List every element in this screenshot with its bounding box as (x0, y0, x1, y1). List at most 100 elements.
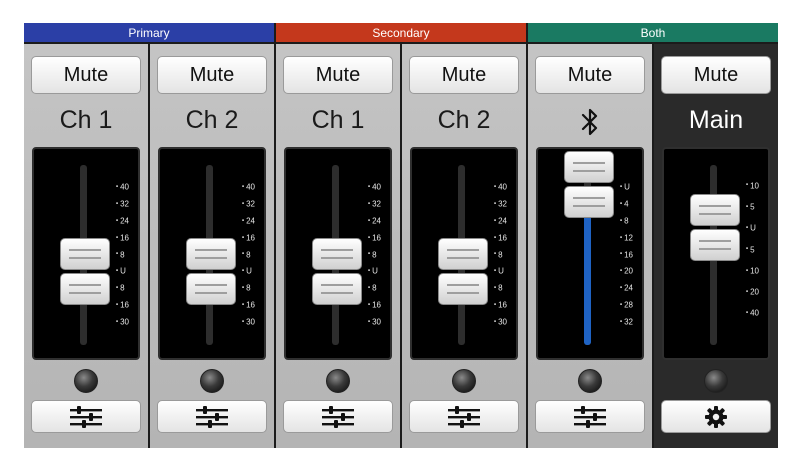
scale-tick: U (368, 267, 378, 276)
scale-tick: 4 (620, 199, 628, 208)
channel-strip-primary-ch2: Mute Ch 2 40 32 24 16 8 U 8 16 30 (150, 44, 274, 448)
signal-led (452, 369, 476, 393)
mute-button[interactable]: Mute (409, 56, 519, 94)
fader-scale: U 4 8 12 16 20 24 28 32 (620, 149, 646, 358)
eq-settings-button[interactable] (283, 400, 393, 433)
scale-tick: 10 (746, 181, 759, 190)
group-header-primary: Primary (24, 23, 274, 42)
scale-tick: 40 (116, 182, 129, 191)
scale-tick: 32 (494, 199, 507, 208)
eq-settings-button[interactable] (157, 400, 267, 433)
fader-panel: 40 32 24 16 8 U 8 16 30 (32, 147, 140, 360)
fader-scale: 40 32 24 16 8 U 8 16 30 (242, 149, 268, 358)
channel-label: Ch 2 (185, 106, 239, 134)
scale-tick: 8 (494, 250, 502, 259)
mute-button[interactable]: Mute (661, 56, 771, 94)
signal-led (200, 369, 224, 393)
mute-label: Mute (189, 63, 235, 86)
scale-tick: U (494, 267, 504, 276)
channel-strip-secondary-ch1: Mute Ch 1 40 32 24 16 8 U 8 16 30 (276, 44, 400, 448)
scale-tick: 30 (116, 318, 129, 327)
scale-tick: 16 (242, 233, 255, 242)
sliders-icon (196, 405, 228, 428)
channel-label: Ch 2 (437, 106, 491, 134)
signal-led (74, 369, 98, 393)
eq-settings-button[interactable] (409, 400, 519, 433)
scale-tick: 32 (368, 199, 381, 208)
group-label: Secondary (372, 25, 430, 40)
scale-tick: 16 (494, 233, 507, 242)
scale-tick: U (242, 267, 252, 276)
group-label: Both (640, 25, 666, 40)
signal-led (704, 369, 728, 393)
scale-tick: 24 (620, 284, 633, 293)
fader-handle[interactable] (564, 151, 614, 219)
mute-label: Mute (63, 63, 109, 86)
mute-label: Mute (441, 63, 487, 86)
channel-label: Ch 1 (311, 106, 365, 134)
level-fill (584, 203, 591, 345)
scale-tick: U (116, 267, 126, 276)
scale-tick: 16 (368, 301, 381, 310)
fader-handle[interactable] (438, 238, 488, 306)
eq-settings-button[interactable] (31, 400, 141, 433)
scale-tick: 16 (494, 301, 507, 310)
signal-led (326, 369, 350, 393)
gear-icon (705, 405, 727, 428)
eq-settings-button[interactable] (535, 400, 645, 433)
fader-handle[interactable] (60, 238, 110, 306)
channel-strip-bluetooth: Mute U 4 8 12 16 20 24 28 32 (528, 44, 652, 448)
fader-handle[interactable] (690, 194, 740, 262)
fader-panel: 40 32 24 16 8 U 8 16 30 (410, 147, 518, 360)
channel-label: Main (688, 106, 744, 134)
scale-tick: 16 (620, 250, 633, 259)
channel-strip-main: Mute Main 10 5 U 5 10 20 40 (654, 44, 778, 448)
fader-panel: U 4 8 12 16 20 24 28 32 (536, 147, 644, 360)
scale-tick: 16 (116, 233, 129, 242)
fader-scale: 40 32 24 16 8 U 8 16 30 (368, 149, 394, 358)
fader-handle[interactable] (312, 238, 362, 306)
fader-scale: 40 32 24 16 8 U 8 16 30 (494, 149, 520, 358)
mute-button[interactable]: Mute (31, 56, 141, 94)
scale-tick: 24 (116, 216, 129, 225)
fader-panel: 10 5 U 5 10 20 40 (662, 147, 770, 360)
scale-tick: 32 (242, 199, 255, 208)
scale-tick: 24 (494, 216, 507, 225)
scale-tick: 8 (116, 250, 124, 259)
group-header-both: Both (528, 23, 778, 42)
scale-tick: 16 (368, 233, 381, 242)
scale-tick: 32 (620, 318, 633, 327)
scale-tick: 8 (620, 216, 628, 225)
channel-label: Ch 1 (59, 106, 113, 134)
scale-tick: 5 (746, 202, 754, 211)
scale-tick: 30 (242, 318, 255, 327)
scale-tick: 8 (242, 284, 250, 293)
scale-tick: 8 (494, 284, 502, 293)
fader-panel: 40 32 24 16 8 U 8 16 30 (284, 147, 392, 360)
mute-button[interactable]: Mute (283, 56, 393, 94)
fader-handle[interactable] (186, 238, 236, 306)
mute-button[interactable]: Mute (157, 56, 267, 94)
fader-panel: 40 32 24 16 8 U 8 16 30 (158, 147, 266, 360)
scale-tick: U (620, 182, 630, 191)
scale-tick: 10 (746, 266, 759, 275)
scale-tick: 40 (242, 182, 255, 191)
group-label: Primary (128, 25, 170, 40)
sliders-icon (574, 405, 606, 428)
scale-tick: 8 (368, 250, 376, 259)
mixer-panel: Primary Secondary Both Mute Ch 1 40 32 2… (24, 23, 778, 448)
mute-label: Mute (693, 63, 739, 86)
mute-label: Mute (567, 63, 613, 86)
scale-tick: 24 (242, 216, 255, 225)
fader-scale: 10 5 U 5 10 20 40 (746, 149, 772, 358)
group-header-secondary: Secondary (276, 23, 526, 42)
bluetooth-icon (581, 108, 598, 136)
settings-button[interactable] (661, 400, 771, 433)
sliders-icon (322, 405, 354, 428)
scale-tick: 30 (368, 318, 381, 327)
fader-scale: 40 32 24 16 8 U 8 16 30 (116, 149, 142, 358)
scale-tick: 40 (494, 182, 507, 191)
scale-tick: 5 (746, 245, 754, 254)
mute-button[interactable]: Mute (535, 56, 645, 94)
sliders-icon (448, 405, 480, 428)
